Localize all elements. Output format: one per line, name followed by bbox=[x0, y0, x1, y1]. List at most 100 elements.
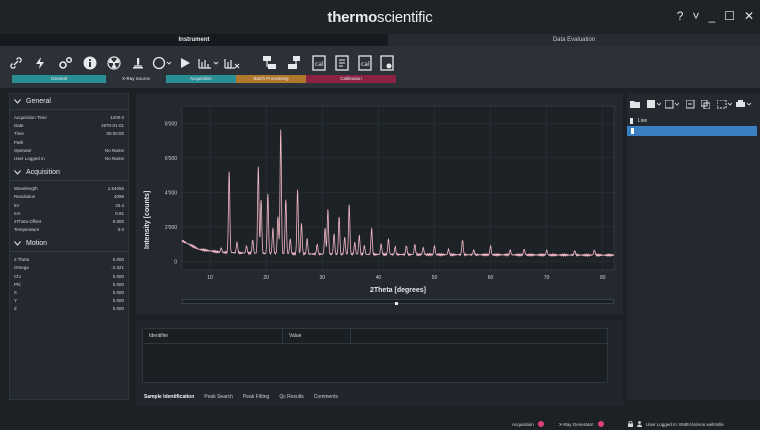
scan-dropdown-icon[interactable] bbox=[196, 53, 222, 73]
brand-logo: thermoscientific bbox=[327, 9, 433, 26]
print-dropdown-icon[interactable] bbox=[736, 98, 752, 110]
y-axis-label: Intensity [counts] bbox=[144, 191, 151, 249]
y-tick-label: 6'000 bbox=[165, 156, 177, 162]
chevron-down-icon bbox=[14, 99, 21, 104]
lock-icon[interactable] bbox=[628, 421, 633, 427]
identification-table: Identifier Value bbox=[142, 328, 608, 383]
property-label: 2Theta Offset bbox=[14, 218, 42, 224]
radiation-icon[interactable] bbox=[104, 53, 124, 73]
property-row: kV 40.4 bbox=[10, 202, 128, 210]
info-icon[interactable] bbox=[80, 53, 100, 73]
load-dropdown-icon[interactable] bbox=[647, 98, 661, 110]
horizontal-scrollbar[interactable] bbox=[182, 299, 614, 304]
bottom-tabs: Sample Identification Peak Search Peak Fit… bbox=[144, 394, 338, 400]
gears-icon[interactable] bbox=[55, 53, 77, 73]
tab-peak-fitting[interactable]: Peak Fitting bbox=[243, 394, 269, 400]
data-tree-panel: Live bbox=[627, 93, 760, 400]
tab-sample-identification[interactable]: Sample Identification bbox=[144, 394, 194, 400]
property-value: No Name bbox=[104, 147, 124, 153]
scan-cancel-icon[interactable] bbox=[222, 53, 242, 73]
group-xray-source: X-Ray Source bbox=[106, 75, 166, 83]
scroll-marker[interactable] bbox=[395, 302, 398, 305]
property-row: Y 0.000 bbox=[10, 297, 128, 305]
property-row: Omega -2.321 bbox=[10, 264, 128, 272]
calib-icon[interactable]: cal bbox=[310, 53, 328, 73]
property-value: 0.000 bbox=[112, 306, 124, 312]
zoom-dropdown-icon[interactable] bbox=[717, 98, 733, 110]
tab-qc-results[interactable]: Qc Results bbox=[279, 394, 303, 400]
export-icon[interactable] bbox=[686, 98, 695, 110]
calib-check-icon[interactable]: cal bbox=[356, 53, 374, 73]
section-title: Acquisition bbox=[26, 169, 60, 177]
tab-instrument[interactable]: Instrument bbox=[0, 34, 388, 46]
calib-run-icon[interactable] bbox=[378, 53, 396, 73]
xray-label: X-Ray Generator: bbox=[559, 421, 595, 427]
batch-edit-icon[interactable] bbox=[284, 53, 304, 73]
column-value[interactable]: Value bbox=[283, 329, 351, 343]
chevron-down-icon bbox=[14, 241, 21, 247]
tree-root-label: Live bbox=[638, 118, 648, 124]
property-row: User Logged In No Name bbox=[10, 155, 128, 163]
user-status: User Logged In: EMEA\simon.weltmille bbox=[628, 421, 724, 427]
play-icon[interactable] bbox=[176, 53, 194, 73]
property-label: User Logged In bbox=[14, 155, 45, 161]
property-label: mA bbox=[14, 210, 21, 216]
property-label: kV bbox=[14, 202, 20, 208]
status-bar: Acquisition X-Ray Generator: User Logged… bbox=[0, 418, 760, 430]
chevron-down-icon bbox=[14, 170, 21, 175]
calib-add-icon[interactable] bbox=[333, 53, 351, 73]
property-row: Date 1970-01-01 bbox=[10, 122, 128, 130]
tree-root-live[interactable]: Live bbox=[630, 118, 647, 124]
link-icon[interactable] bbox=[6, 53, 26, 73]
minimize-button[interactable]: _ bbox=[708, 9, 715, 23]
plot-area bbox=[181, 105, 615, 271]
property-label: X bbox=[14, 290, 18, 295]
y-tick-label: 2'000 bbox=[165, 225, 177, 231]
maximize-button[interactable]: ☐ bbox=[724, 9, 735, 23]
copy-icon[interactable] bbox=[701, 98, 710, 110]
property-value: 0.000 bbox=[112, 257, 124, 263]
x-tick-label: 50 bbox=[432, 275, 438, 281]
property-label: Chi bbox=[14, 273, 21, 279]
circle-dropdown-icon[interactable] bbox=[150, 53, 174, 73]
x-axis-label: 2Theta [degrees] bbox=[370, 287, 426, 294]
sample-icon bbox=[630, 118, 633, 124]
lightning-icon[interactable] bbox=[30, 53, 50, 73]
diffractogram-chart[interactable]: Intensity [counts] 2Theta [degrees] 0 2'0… bbox=[136, 93, 623, 315]
property-value: 0.0 bbox=[117, 227, 124, 233]
section-general-header[interactable]: General bbox=[10, 94, 128, 110]
x-tick-label: 80 bbox=[600, 275, 606, 281]
batch-add-icon[interactable] bbox=[260, 53, 280, 73]
section-acquisition-header[interactable]: Acquisition bbox=[10, 165, 128, 182]
property-label: Acquisition Time bbox=[14, 115, 47, 120]
microscope-icon[interactable] bbox=[128, 53, 148, 73]
property-label: Path bbox=[14, 139, 24, 145]
property-value: 0.000 bbox=[112, 281, 124, 287]
tab-comments[interactable]: Comments bbox=[314, 394, 338, 400]
x-tick-label: 10 bbox=[207, 275, 213, 281]
section-motion-header[interactable]: Motion bbox=[10, 236, 128, 253]
property-row: Z 0.000 bbox=[10, 305, 128, 313]
property-label: Date bbox=[14, 123, 24, 129]
property-label: Phi bbox=[14, 281, 21, 287]
tab-data-evaluation[interactable]: Data Evaluation bbox=[388, 34, 760, 46]
property-row: Temperature 0.0 bbox=[10, 226, 128, 234]
property-value: 4096 bbox=[113, 194, 124, 200]
help-icon[interactable]: ? bbox=[677, 9, 684, 23]
property-row: Time 00:00:00 bbox=[10, 130, 128, 138]
main-tabs: Instrument Data Evaluation bbox=[0, 34, 760, 46]
property-value: 1200.0 bbox=[110, 115, 124, 120]
dropdown-icon[interactable]: ˅ bbox=[692, 9, 699, 23]
save-dropdown-icon[interactable] bbox=[665, 98, 679, 110]
close-button[interactable]: ✕ bbox=[744, 9, 754, 23]
tree-item-selected[interactable] bbox=[627, 126, 757, 136]
user-icon bbox=[637, 421, 642, 427]
property-label: Y bbox=[14, 298, 18, 304]
open-folder-icon[interactable] bbox=[630, 98, 640, 110]
xray-indicator bbox=[598, 421, 605, 427]
group-calibration: Calibration bbox=[306, 75, 396, 83]
tab-peak-search[interactable]: Peak Search bbox=[204, 394, 233, 400]
property-row: Operator No Name bbox=[10, 147, 128, 155]
property-label: Resolution bbox=[14, 194, 36, 200]
column-identifier[interactable]: Identifier bbox=[143, 329, 283, 343]
